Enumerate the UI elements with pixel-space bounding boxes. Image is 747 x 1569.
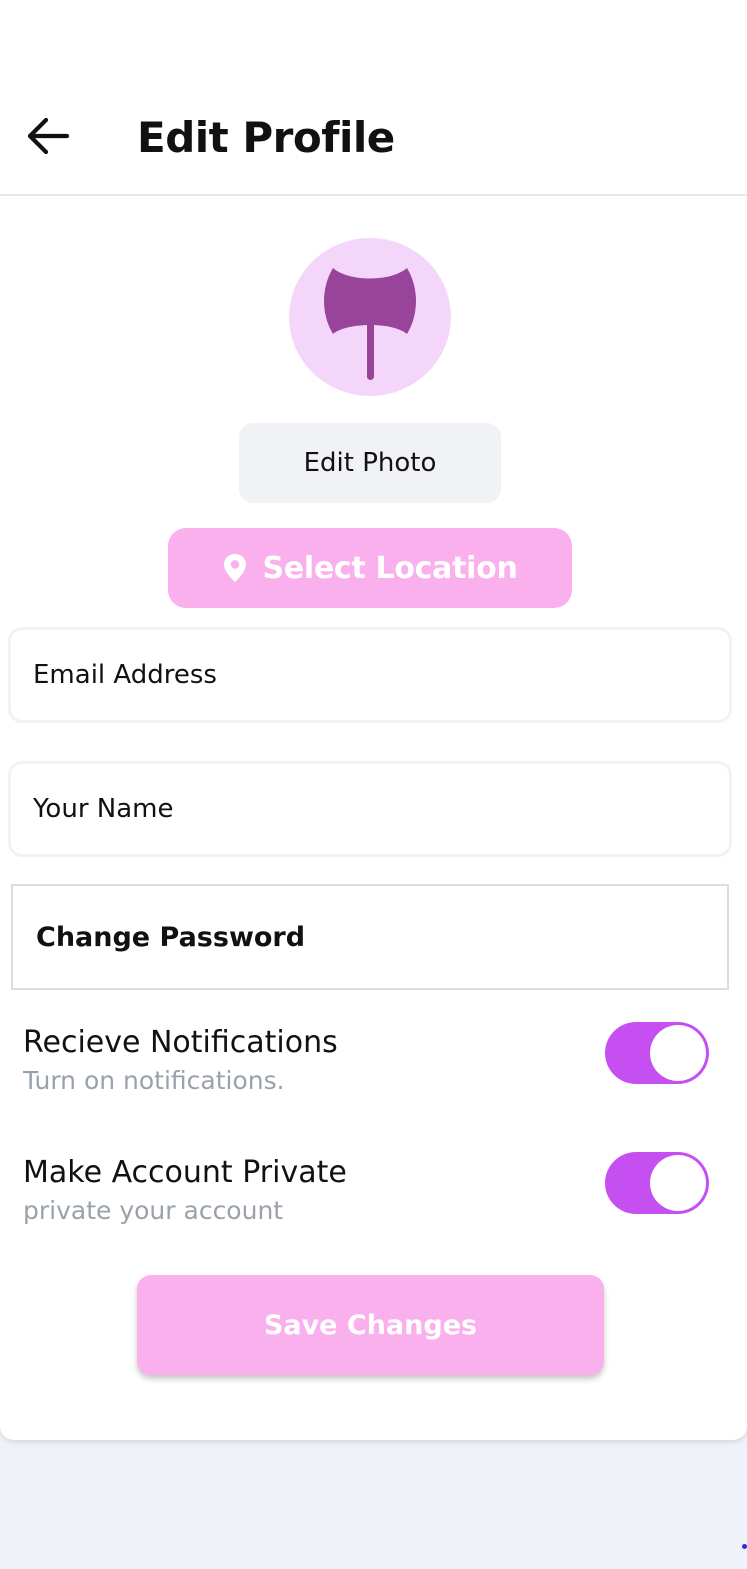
setting-private-account: Make Account Private private your accoun…	[23, 1152, 723, 1234]
name-field[interactable]	[11, 794, 729, 824]
toggle-knob	[650, 1155, 706, 1211]
select-location-label: Select Location	[262, 550, 518, 586]
setting-notifications: Recieve Notifications Turn on notificati…	[23, 1022, 723, 1104]
edit-profile-screen: Edit Profile Edit Photo Select Location …	[0, 0, 747, 1440]
change-password-label: Change Password	[36, 921, 306, 953]
arrow-left-icon	[27, 117, 70, 155]
private-account-toggle[interactable]	[605, 1152, 709, 1214]
email-field-wrapper	[8, 627, 732, 723]
setting-title: Make Account Private	[23, 1155, 347, 1190]
axe-icon	[324, 268, 416, 380]
app-header: Edit Profile	[0, 80, 747, 196]
email-field[interactable]	[11, 660, 729, 690]
corner-dot	[742, 1544, 747, 1549]
save-changes-button[interactable]: Save Changes	[137, 1275, 604, 1375]
toggle-knob	[650, 1025, 706, 1081]
setting-subtitle: private your account	[23, 1196, 284, 1225]
setting-subtitle: Turn on notifications.	[23, 1066, 285, 1095]
select-location-button[interactable]: Select Location	[168, 528, 572, 608]
edit-photo-button[interactable]: Edit Photo	[239, 423, 501, 503]
name-field-wrapper	[8, 761, 732, 857]
notifications-toggle[interactable]	[605, 1022, 709, 1084]
setting-title: Recieve Notifications	[23, 1025, 338, 1060]
page-title: Edit Profile	[137, 113, 395, 162]
map-pin-icon	[223, 554, 246, 582]
avatar[interactable]	[289, 238, 451, 396]
back-button[interactable]	[22, 110, 74, 162]
change-password-button[interactable]: Change Password	[11, 884, 729, 990]
